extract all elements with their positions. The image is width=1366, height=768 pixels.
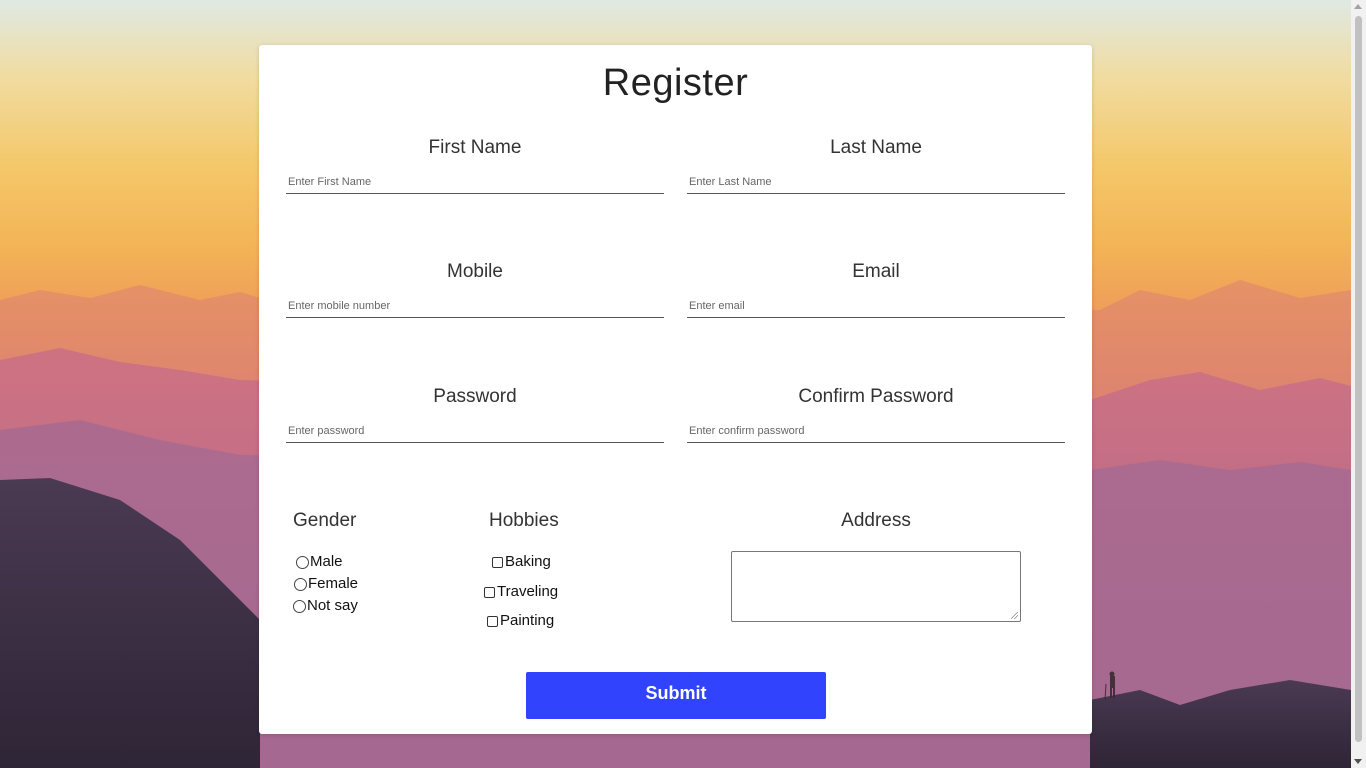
hobby-option-label: Painting bbox=[500, 612, 555, 629]
last-name-group: Last Name bbox=[687, 136, 1065, 194]
confirm-password-group: Confirm Password bbox=[687, 385, 1065, 443]
hobby-option-baking[interactable]: Baking bbox=[492, 553, 551, 571]
hobby-option-label: Traveling bbox=[497, 583, 559, 600]
mobile-input[interactable] bbox=[286, 300, 664, 318]
password-group: Password bbox=[286, 385, 664, 443]
checkbox-square-icon[interactable] bbox=[487, 615, 498, 627]
last-name-label: Last Name bbox=[830, 137, 922, 158]
email-label: Email bbox=[852, 261, 900, 282]
vertical-scrollbar[interactable] bbox=[1351, 0, 1366, 768]
hobby-option-painting[interactable]: Painting bbox=[487, 612, 554, 630]
hobby-option-label: Baking bbox=[505, 553, 551, 570]
gender-option-label: Not say bbox=[307, 597, 358, 614]
resize-grip-icon[interactable] bbox=[1011, 612, 1018, 619]
first-name-group: First Name bbox=[286, 136, 664, 194]
scroll-up-arrow-icon[interactable] bbox=[1354, 4, 1362, 9]
gender-option-not-say[interactable]: Not say bbox=[293, 597, 358, 615]
last-name-input[interactable] bbox=[687, 176, 1065, 194]
checkbox-square-icon[interactable] bbox=[492, 556, 503, 568]
scroll-down-arrow-icon[interactable] bbox=[1354, 759, 1362, 764]
confirm-password-input[interactable] bbox=[687, 425, 1065, 443]
mobile-group: Mobile bbox=[286, 260, 664, 318]
hobby-option-traveling[interactable]: Traveling bbox=[484, 583, 558, 601]
email-group: Email bbox=[687, 260, 1065, 318]
password-label: Password bbox=[433, 386, 517, 407]
confirm-password-label: Confirm Password bbox=[798, 386, 954, 407]
page-title: Register bbox=[602, 62, 749, 104]
address-label: Address bbox=[841, 510, 911, 531]
gender-option-female[interactable]: Female bbox=[294, 575, 358, 593]
first-name-input[interactable] bbox=[286, 176, 664, 194]
email-input[interactable] bbox=[687, 300, 1065, 318]
radio-circle-icon[interactable] bbox=[293, 599, 306, 613]
checkbox-square-icon[interactable] bbox=[484, 586, 495, 598]
radio-circle-icon[interactable] bbox=[294, 577, 307, 591]
address-textarea[interactable] bbox=[731, 551, 1021, 622]
hobbies-label: Hobbies bbox=[489, 510, 559, 531]
scrollbar-thumb[interactable] bbox=[1355, 16, 1362, 742]
gender-option-label: Female bbox=[308, 575, 359, 592]
radio-circle-icon[interactable] bbox=[296, 555, 309, 569]
submit-button[interactable]: Submit bbox=[526, 672, 826, 719]
gender-option-male[interactable]: Male bbox=[296, 553, 343, 571]
gender-option-label: Male bbox=[310, 553, 343, 570]
gender-label: Gender bbox=[293, 510, 357, 531]
password-input[interactable] bbox=[286, 425, 664, 443]
mobile-label: Mobile bbox=[447, 261, 503, 282]
first-name-label: First Name bbox=[428, 137, 522, 158]
